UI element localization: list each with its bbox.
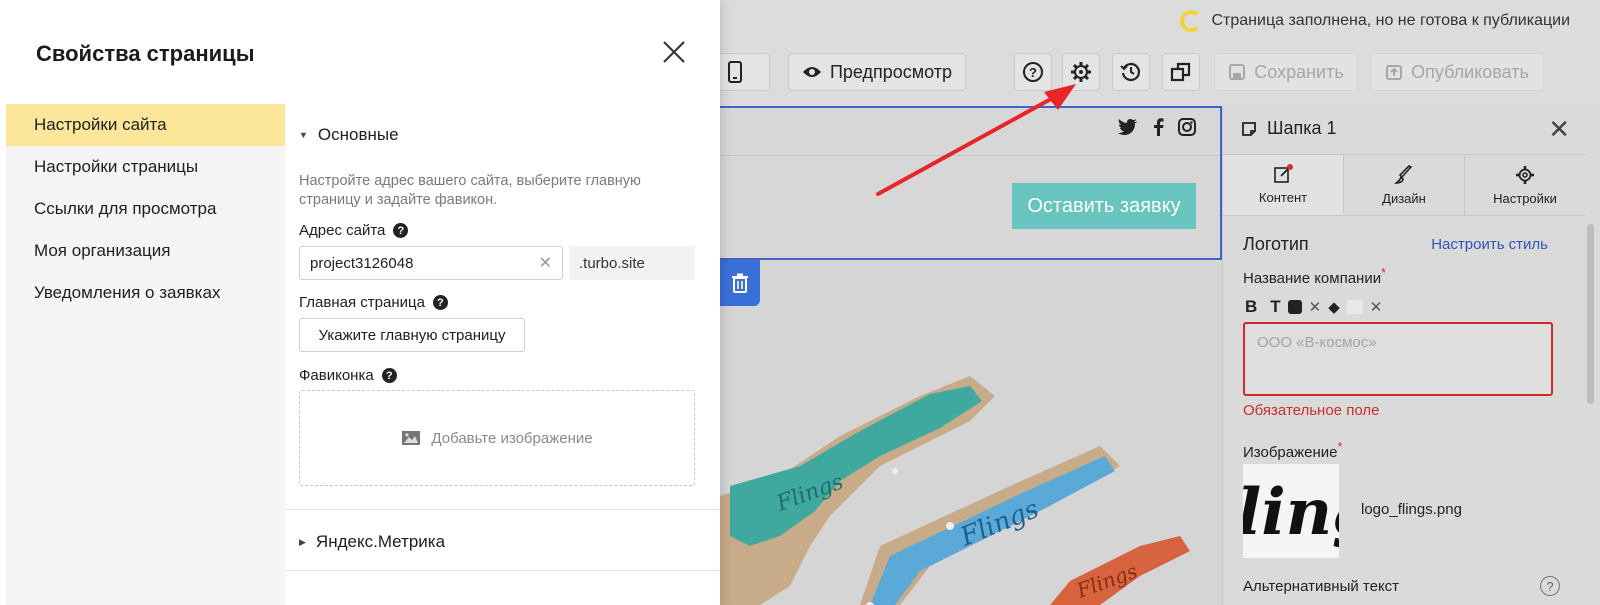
divider [285, 509, 720, 510]
logo-image: ling [1243, 475, 1339, 550]
status-indicator: Страница заполнена, но не готова к публи… [1179, 10, 1571, 32]
image-icon [402, 431, 421, 445]
publish-label: Опубликовать [1411, 61, 1529, 82]
section-description: Настройте адрес вашего сайта, выберите г… [299, 173, 641, 208]
sidebar-item-organization[interactable]: Моя организация [6, 230, 285, 272]
sidebar-item-notifications[interactable]: Уведомления о заявках [6, 272, 285, 314]
site-address-value: project3126048 [310, 254, 414, 272]
main-page-label: Главная страница ? [299, 294, 448, 311]
panel-title-text: Шапка 1 [1267, 118, 1337, 138]
required-mark: * [1381, 266, 1386, 280]
clear-background-icon[interactable]: ✕ [1370, 298, 1383, 316]
tab-design[interactable]: Дизайн [1344, 155, 1465, 215]
floppy-icon [1229, 64, 1246, 80]
image-required-mark: * [1337, 440, 1343, 454]
logo-thumbnail[interactable]: ling [1243, 464, 1339, 558]
alt-text-label: Альтернативный текст [1243, 578, 1400, 595]
delete-block-button[interactable] [720, 260, 760, 306]
sidebar-item-preview-links[interactable]: Ссылки для просмотра [6, 188, 285, 230]
logo-section-title: Логотип [1243, 234, 1309, 254]
company-name-input[interactable]: ООО «В-космос» [1243, 322, 1553, 396]
properties-panel: Шапка 1 ✕ Контент Дизайн Настройки Логот… [1222, 106, 1600, 605]
tab-content[interactable]: Контент [1223, 155, 1344, 215]
history-button[interactable] [1112, 53, 1150, 91]
modal-title: Свойства страницы [36, 41, 255, 66]
tab-settings[interactable]: Настройки [1465, 155, 1585, 215]
sidebar-item-page-settings[interactable]: Настройки страницы [6, 146, 285, 188]
favicon-drop-text: Добавьте изображение [431, 429, 593, 447]
clear-color-icon[interactable]: ✕ [1309, 298, 1322, 316]
address-label-text: Адрес сайта [299, 222, 386, 239]
help-icon[interactable]: ? [393, 223, 409, 238]
save-button[interactable]: Сохранить [1214, 53, 1358, 91]
panel-title: Шапка 1 [1241, 118, 1337, 139]
publish-button[interactable]: Опубликовать [1370, 53, 1544, 91]
divider [285, 570, 720, 571]
eye-icon [802, 67, 821, 77]
duplicate-button[interactable] [1162, 53, 1200, 91]
select-main-page-button[interactable]: Укажите главную страницу [299, 318, 525, 352]
product-image: Flings Flings Flings [720, 376, 1190, 605]
annotation-arrow-icon [876, 84, 1076, 196]
fill-color-icon[interactable]: ◆ [1328, 298, 1340, 316]
background-swatch-icon[interactable] [1346, 300, 1363, 314]
publish-icon [1386, 65, 1403, 80]
image-label: Изображение* [1243, 440, 1342, 461]
modal-content: ▼ Основные Настройте адрес вашего сайта,… [285, 104, 720, 605]
phone-icon [728, 61, 742, 83]
format-toolbar: B T ✕ ◆ ✕ [1245, 297, 1382, 317]
history-icon [1120, 62, 1141, 82]
site-address-input[interactable]: project3126048 ✕ [299, 246, 563, 280]
brush-icon [1394, 164, 1413, 184]
copy-icon [1170, 62, 1191, 82]
address-label: Адрес сайта ? [299, 222, 409, 239]
facebook-icon[interactable] [1152, 118, 1164, 136]
panel-scrollbar[interactable] [1587, 224, 1594, 404]
section-main-title: Основные [317, 125, 399, 144]
logo-lettering: ling [1243, 475, 1339, 550]
save-label: Сохранить [1254, 61, 1344, 82]
section-main-toggle[interactable]: ▼ Основные [299, 125, 399, 145]
tab-settings-label: Настройки [1493, 190, 1557, 206]
company-name-label: Название компании* [1243, 266, 1386, 287]
logo-filename: logo_flings.png [1361, 501, 1462, 518]
triangle-right-icon: ▶ [299, 536, 306, 547]
close-icon[interactable] [660, 38, 688, 66]
configure-style-link[interactable]: Настроить стиль [1431, 236, 1548, 253]
section-metrika-toggle[interactable]: ▶ Яндекс.Метрика [299, 532, 445, 552]
modal-sidebar: Настройки сайта Настройки страницы Ссылк… [6, 104, 285, 605]
instagram-icon[interactable] [1178, 118, 1196, 136]
bold-icon[interactable]: B [1245, 297, 1257, 317]
block-icon [1242, 121, 1256, 136]
text-color-icon[interactable] [1287, 300, 1302, 314]
help-icon[interactable]: ? [432, 295, 448, 310]
help-icon[interactable]: ? [381, 368, 397, 383]
trash-icon [732, 273, 748, 293]
progress-ring-icon [1179, 10, 1202, 32]
section-metrika-title: Яндекс.Метрика [315, 532, 446, 551]
favicon-dropzone[interactable]: Добавьте изображение [299, 390, 695, 486]
panel-tabs: Контент Дизайн Настройки [1223, 154, 1585, 216]
domain-suffix: .turbo.site [569, 246, 695, 280]
status-text: Страница заполнена, но не готова к публи… [1211, 12, 1571, 29]
panel-close-icon[interactable]: ✕ [1548, 114, 1570, 145]
text-size-icon[interactable]: T [1270, 297, 1280, 317]
alt-help-icon[interactable]: ? [1540, 576, 1560, 596]
twitter-icon[interactable] [1118, 118, 1138, 136]
social-icons [1118, 118, 1196, 136]
favicon-label-text: Фавиконка [299, 367, 374, 384]
tab-content-label: Контент [1258, 189, 1308, 205]
main-page-label-text: Главная страница [299, 294, 425, 311]
image-label-text: Изображение [1243, 444, 1338, 461]
gear-icon [1516, 165, 1534, 184]
sidebar-item-site-settings[interactable]: Настройки сайта [6, 104, 285, 146]
clear-input-icon[interactable]: ✕ [539, 253, 552, 273]
favicon-label: Фавиконка ? [299, 367, 397, 384]
page-properties-modal: Свойства страницы Настройки сайта Настро… [0, 0, 720, 605]
tab-design-label: Дизайн [1382, 190, 1426, 206]
edit-icon [1274, 163, 1293, 183]
required-error-text: Обязательное поле [1243, 402, 1380, 419]
triangle-down-icon: ▼ [299, 130, 308, 140]
company-name-label-text: Название компании [1243, 270, 1382, 287]
